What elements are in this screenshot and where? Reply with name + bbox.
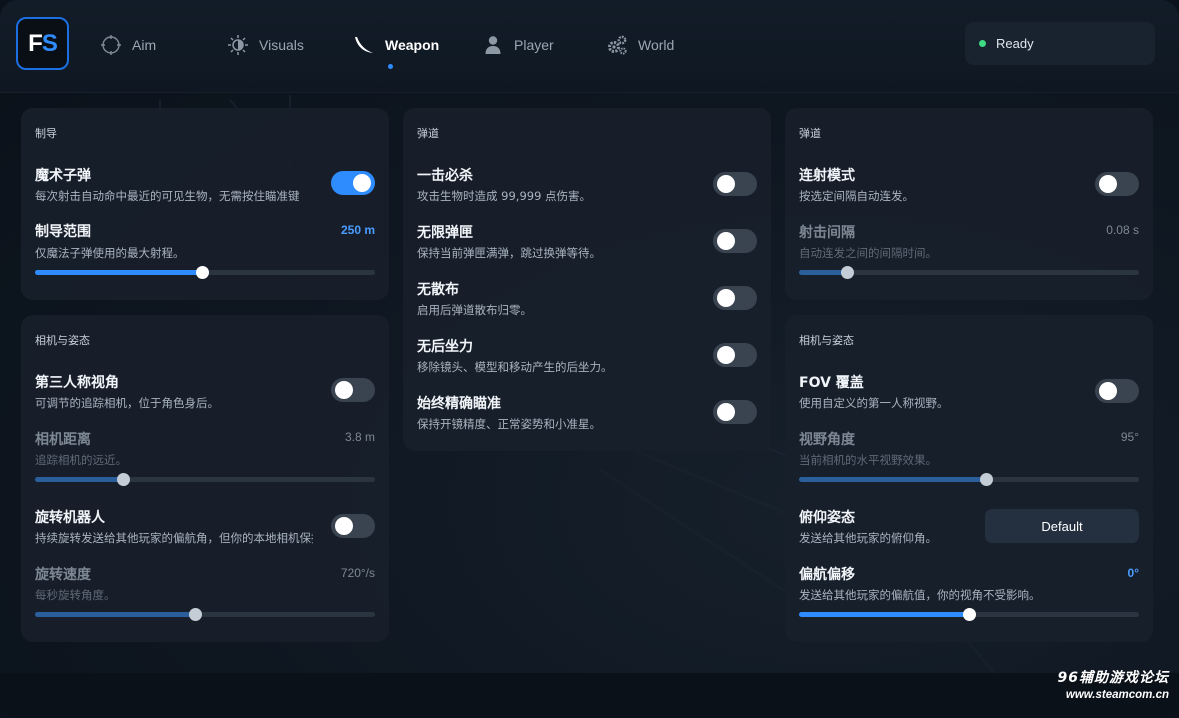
status-indicator: Ready xyxy=(965,22,1155,65)
fov-angle-desc: 当前相机的水平视野效果。 xyxy=(799,453,937,467)
camera-distance-value: 3.8 m xyxy=(344,430,375,444)
magic-bullet-desc: 每次射击自动命中最近的可见生物，无需按住瞄准键 xyxy=(35,189,300,203)
tab-label: World xyxy=(638,37,675,53)
status-dot xyxy=(979,40,986,47)
no-recoil-toggle[interactable] xyxy=(713,343,757,367)
spinbot-desc: 持续旋转发送给其他玩家的偏航角，但你的本地相机保持不变。 xyxy=(35,531,313,545)
card-title: 弹道 xyxy=(417,127,439,140)
yaw-offset-slider[interactable] xyxy=(799,608,1139,621)
fire-interval-label: 射击间隔 xyxy=(799,225,855,241)
camera-distance-desc: 追踪相机的远近。 xyxy=(35,453,127,467)
spin-speed-value: 720°/s xyxy=(340,566,375,580)
tab-label: Player xyxy=(514,37,554,53)
footer-bar xyxy=(0,673,1179,718)
tab-label: Weapon xyxy=(385,37,440,53)
auto-fire-toggle[interactable] xyxy=(1095,172,1139,196)
crosshair-icon xyxy=(101,35,121,55)
no-spread-label: 无散布 xyxy=(417,282,459,298)
yaw-offset-value: 0° xyxy=(1127,566,1139,580)
camera-distance-slider[interactable] xyxy=(35,473,375,486)
fov-angle-label: 视野角度 xyxy=(799,432,855,448)
always-ads-toggle[interactable] xyxy=(713,400,757,424)
watermark-title: 96辅助游戏论坛 xyxy=(1057,670,1169,686)
spin-speed-desc: 每秒旋转角度。 xyxy=(35,588,116,602)
auto-fire-desc: 按选定间隔自动连发。 xyxy=(799,189,914,203)
tab-aim[interactable]: Aim xyxy=(100,30,156,60)
tab-world[interactable]: World xyxy=(606,30,674,60)
third-person-toggle[interactable] xyxy=(331,378,375,402)
infinite-ammo-toggle[interactable] xyxy=(713,229,757,253)
card-ballistics: 弹道 一击必杀 攻击生物时造成 99,999 点伤害。 无限弹匣 保持当前弹匣满… xyxy=(403,108,771,451)
no-recoil-label: 无后坐力 xyxy=(417,339,473,355)
status-text: Ready xyxy=(996,36,1034,51)
card-guidance: 制导 魔术子弹 每次射击自动命中最近的可见生物，无需按住瞄准键 制导范围 仅魔法… xyxy=(21,108,389,300)
card-camera-posture: 相机与姿态 第三人称视角 可调节的追踪相机，位于角色身后。 相机距离 追踪相机的… xyxy=(21,315,389,642)
one-hit-kill-label: 一击必杀 xyxy=(417,168,473,184)
spinbot-label: 旋转机器人 xyxy=(35,510,105,526)
card-title: 相机与姿态 xyxy=(799,334,854,347)
tab-weapon[interactable]: Weapon xyxy=(353,30,439,60)
guidance-range-label: 制导范围 xyxy=(35,224,91,240)
yaw-offset-desc: 发送给其他玩家的偏航值，你的视角不受影响。 xyxy=(799,588,1041,602)
spin-speed-label: 旋转速度 xyxy=(35,567,91,583)
auto-fire-label: 连射模式 xyxy=(799,168,855,184)
yaw-offset-label: 偏航偏移 xyxy=(799,567,855,583)
card-title: 制导 xyxy=(35,127,57,140)
fov-override-toggle[interactable] xyxy=(1095,379,1139,403)
one-hit-kill-toggle[interactable] xyxy=(713,172,757,196)
camera-distance-label: 相机距离 xyxy=(35,432,91,448)
top-bar: FS Aim Visuals Weapon Player World Ready xyxy=(0,0,1179,93)
watermark-url: www.steamcom.cn xyxy=(1065,689,1169,701)
infinite-ammo-label: 无限弹匣 xyxy=(417,225,473,241)
fire-interval-desc: 自动连发之间的间隔时间。 xyxy=(799,246,937,260)
tab-label: Aim xyxy=(132,37,157,53)
guidance-range-value: 250 m xyxy=(340,223,375,237)
one-hit-kill-desc: 攻击生物时造成 99,999 点伤害。 xyxy=(417,189,592,203)
third-person-label: 第三人称视角 xyxy=(35,375,119,391)
tab-label: Visuals xyxy=(259,37,304,53)
guidance-range-desc: 仅魔法子弹使用的最大射程。 xyxy=(35,246,185,260)
blade-icon xyxy=(355,37,373,53)
fov-angle-slider[interactable] xyxy=(799,473,1139,486)
card-camera-fov: 相机与姿态 FOV 覆盖 使用自定义的第一人称视野。 视野角度 当前相机的水平视… xyxy=(785,315,1153,642)
spin-speed-slider[interactable] xyxy=(35,608,375,621)
magic-bullet-label: 魔术子弹 xyxy=(35,168,91,184)
fov-override-desc: 使用自定义的第一人称视野。 xyxy=(799,396,949,410)
magic-bullet-toggle[interactable] xyxy=(331,171,375,195)
pitch-label: 俯仰姿态 xyxy=(799,510,855,526)
always-ads-label: 始终精确瞄准 xyxy=(417,396,501,412)
person-icon xyxy=(485,36,501,54)
always-ads-desc: 保持开镜精度、正常姿势和小准星。 xyxy=(417,417,601,431)
guidance-range-slider[interactable] xyxy=(35,266,375,279)
pitch-desc: 发送给其他玩家的俯仰角。 xyxy=(799,531,937,545)
spinbot-toggle[interactable] xyxy=(331,514,375,538)
fire-interval-slider[interactable] xyxy=(799,266,1139,279)
tab-player[interactable]: Player xyxy=(482,30,554,60)
fov-angle-value: 95° xyxy=(1120,430,1139,444)
tab-visuals[interactable]: Visuals xyxy=(227,30,304,60)
fire-interval-value: 0.08 s xyxy=(1106,223,1139,237)
infinite-ammo-desc: 保持当前弹匣满弹，跳过换弹等待。 xyxy=(417,246,601,260)
card-ballistics-fire: 弹道 连射模式 按选定间隔自动连发。 射击间隔 自动连发之间的间隔时间。 0.0… xyxy=(785,108,1153,300)
no-spread-desc: 启用后弹道散布归零。 xyxy=(417,303,532,317)
third-person-desc: 可调节的追踪相机，位于角色身后。 xyxy=(35,396,219,410)
gears-icon xyxy=(608,35,627,55)
no-recoil-desc: 移除镜头、模型和移动产生的后坐力。 xyxy=(417,360,613,374)
active-tab-indicator xyxy=(388,64,393,69)
app-window: FS Aim Visuals Weapon Player World Ready… xyxy=(0,0,1179,718)
fov-override-label: FOV 覆盖 xyxy=(799,375,864,391)
sun-icon xyxy=(228,35,248,55)
no-spread-toggle[interactable] xyxy=(713,286,757,310)
pitch-default-button[interactable]: Default xyxy=(985,509,1139,543)
card-title: 弹道 xyxy=(799,127,821,140)
app-logo: FS xyxy=(16,17,69,70)
card-title: 相机与姿态 xyxy=(35,334,90,347)
